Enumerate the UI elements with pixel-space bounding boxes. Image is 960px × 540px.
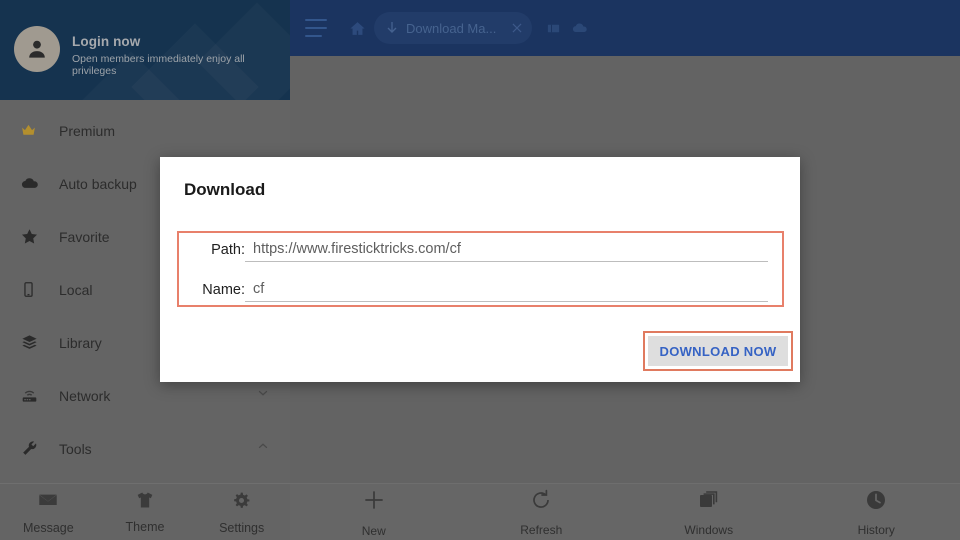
browser-tab-title: Download Ma... bbox=[406, 20, 497, 36]
tabs-icon[interactable] bbox=[546, 21, 561, 36]
download-arrow-icon bbox=[384, 20, 400, 36]
fields-highlight-box: Path: Name: bbox=[177, 231, 784, 307]
clock-icon bbox=[864, 488, 888, 517]
router-icon bbox=[20, 386, 48, 405]
sidebar-tab-settings[interactable]: Settings bbox=[193, 484, 290, 540]
sidebar-tab-label: Theme bbox=[125, 520, 165, 534]
wrench-icon bbox=[20, 439, 48, 458]
app-root: Download Ma... New Refresh Windows Histo… bbox=[0, 0, 960, 540]
content-tab-history[interactable]: History bbox=[793, 484, 960, 540]
tshirt-icon bbox=[135, 490, 155, 515]
home-icon[interactable] bbox=[349, 20, 366, 37]
sidebar-item-premium[interactable]: Premium bbox=[0, 104, 290, 157]
name-field-row: Name: bbox=[189, 281, 768, 302]
sidebar-bottom-nav: Message Theme Settings bbox=[0, 483, 290, 540]
sidebar-item-label: Auto backup bbox=[59, 175, 137, 192]
toolbar-icon-group bbox=[546, 20, 588, 37]
windows-stack-icon bbox=[697, 488, 721, 517]
name-input[interactable] bbox=[245, 281, 768, 302]
content-tab-label: Refresh bbox=[520, 522, 563, 537]
envelope-icon bbox=[37, 489, 59, 516]
path-input[interactable] bbox=[245, 241, 768, 262]
sidebar-item-label: Premium bbox=[59, 122, 116, 139]
sidebar-item-label: Library bbox=[59, 334, 102, 351]
sidebar-item-label: Network bbox=[59, 387, 111, 404]
cloud-icon[interactable] bbox=[571, 20, 588, 37]
sidebar-tab-theme[interactable]: Theme bbox=[97, 484, 194, 540]
sidebar-account-header[interactable]: Login now Open members immediately enjoy… bbox=[0, 0, 290, 100]
sidebar-tab-label: Settings bbox=[219, 520, 265, 535]
sidebar-item-label: Favorite bbox=[59, 228, 110, 245]
name-label: Name: bbox=[202, 282, 245, 298]
content-tab-label: History bbox=[857, 522, 895, 537]
path-field-row: Path: bbox=[189, 241, 768, 262]
download-button-highlight-box: DOWNLOAD NOW bbox=[643, 331, 793, 371]
content-bottom-nav: New Refresh Windows History bbox=[290, 483, 960, 540]
sidebar-item-label: Local bbox=[59, 281, 93, 298]
content-tab-label: New bbox=[361, 523, 386, 538]
hamburger-icon[interactable] bbox=[305, 19, 329, 37]
refresh-icon bbox=[529, 488, 553, 517]
login-subtitle: Open members immediately enjoy all privi… bbox=[72, 53, 245, 77]
account-text-block: Login now Open members immediately enjoy… bbox=[72, 34, 290, 77]
content-tab-windows[interactable]: Windows bbox=[625, 484, 793, 540]
close-icon[interactable] bbox=[510, 21, 524, 35]
content-tab-refresh[interactable]: Refresh bbox=[458, 484, 626, 540]
content-tab-label: Windows bbox=[684, 522, 734, 537]
cloud-icon bbox=[20, 174, 48, 193]
login-title: Login now bbox=[72, 34, 141, 49]
path-label: Path: bbox=[211, 242, 245, 258]
chevron-down-icon[interactable] bbox=[256, 386, 270, 405]
sidebar-item-label: Tools bbox=[59, 440, 92, 457]
crown-icon bbox=[20, 122, 48, 139]
download-now-button[interactable]: DOWNLOAD NOW bbox=[648, 336, 788, 366]
gear-icon bbox=[231, 490, 252, 516]
dialog-title: Download bbox=[184, 180, 266, 199]
avatar[interactable] bbox=[14, 26, 60, 72]
chevron-up-icon[interactable] bbox=[256, 439, 270, 458]
sidebar-item-tools[interactable]: Tools bbox=[0, 422, 290, 475]
star-icon bbox=[20, 227, 48, 246]
sidebar-tab-message[interactable]: Message bbox=[0, 484, 97, 540]
plus-icon bbox=[361, 487, 387, 518]
phone-icon bbox=[20, 281, 48, 298]
content-tab-new[interactable]: New bbox=[290, 484, 458, 540]
download-dialog: Download Path: Name: DOWNLOAD NOW bbox=[160, 157, 800, 382]
layers-icon bbox=[20, 333, 48, 352]
sidebar-tab-label: Message bbox=[22, 521, 74, 535]
browser-toolbar: Download Ma... bbox=[290, 0, 960, 56]
browser-tab[interactable]: Download Ma... bbox=[374, 12, 533, 44]
person-icon bbox=[29, 40, 45, 58]
